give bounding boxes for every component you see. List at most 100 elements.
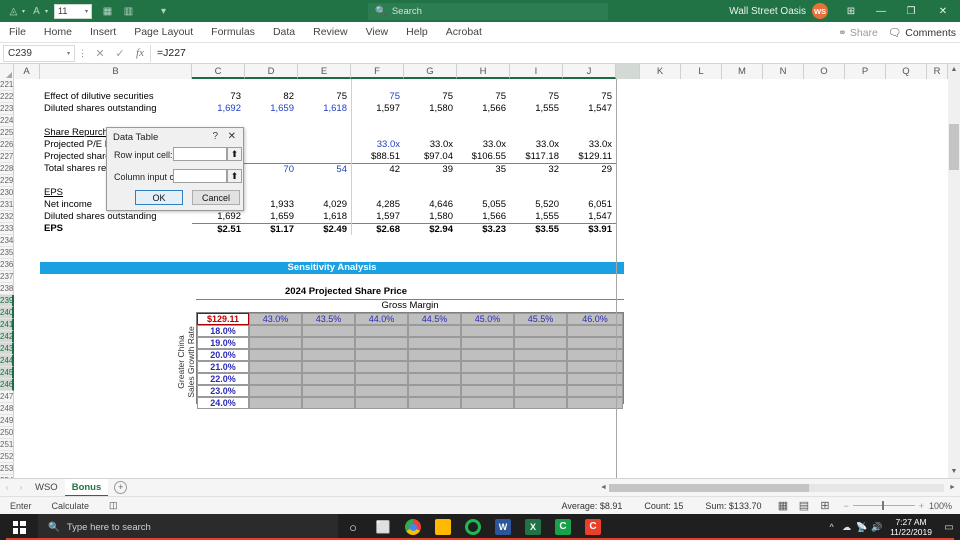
hscroll-right-arrow[interactable]: ► xyxy=(947,482,958,494)
row-header-245[interactable]: 245 xyxy=(0,367,14,379)
sensitivity-body-cell[interactable] xyxy=(249,385,302,397)
sensitivity-body-cell[interactable] xyxy=(514,397,567,409)
network-icon[interactable]: 📡 xyxy=(854,522,869,533)
font-color-icon[interactable]: A xyxy=(27,2,46,20)
zoom-slider-thumb[interactable] xyxy=(881,501,884,510)
cell-J223[interactable]: 1,547 xyxy=(563,103,616,115)
sensitivity-body-cell[interactable] xyxy=(355,397,408,409)
merge-cells-icon[interactable]: ▥ xyxy=(119,2,138,20)
select-all-corner[interactable] xyxy=(0,64,14,79)
cell-H226[interactable]: 33.0x xyxy=(457,139,510,151)
sensitivity-body-cell[interactable] xyxy=(514,361,567,373)
close-button[interactable]: ✕ xyxy=(926,0,960,22)
cell-I228[interactable]: 32 xyxy=(510,163,563,175)
cell-I227[interactable]: $117.18 xyxy=(510,151,563,163)
data-table-dialog[interactable]: Data Table ? ✕ Row input cell: ⬆ Column … xyxy=(106,127,244,211)
sensitivity-body-cell[interactable] xyxy=(249,373,302,385)
sensitivity-body-cell[interactable] xyxy=(567,361,623,373)
row-header-240[interactable]: 240 xyxy=(0,307,14,319)
font-size-input[interactable]: 11 ▾ xyxy=(54,3,93,19)
cell-I222[interactable]: 75 xyxy=(510,91,563,103)
sensitivity-body-cell[interactable] xyxy=(302,337,355,349)
add-sheet-icon[interactable]: + xyxy=(114,481,128,494)
row-header-236[interactable]: 236 xyxy=(0,259,14,271)
cell-D232[interactable]: 1,659 xyxy=(245,211,298,223)
sensitivity-row-header-1[interactable]: 19.0% xyxy=(197,337,249,349)
sensitivity-body-cell[interactable] xyxy=(302,325,355,337)
sensitivity-body-cell[interactable] xyxy=(302,361,355,373)
sensitivity-body-cell[interactable] xyxy=(355,361,408,373)
view-normal-icon[interactable]: ▦ xyxy=(772,499,793,512)
cell-H222[interactable]: 75 xyxy=(457,91,510,103)
row-header-228[interactable]: 228 xyxy=(0,163,14,175)
row-header-224[interactable]: 224 xyxy=(0,115,14,127)
sensitivity-row-header-2[interactable]: 20.0% xyxy=(197,349,249,361)
sensitivity-col-header-5[interactable]: 45.5% xyxy=(514,313,567,325)
sensitivity-body-cell[interactable] xyxy=(249,349,302,361)
ribbon-display-options-icon[interactable]: ⊞ xyxy=(836,0,866,22)
row-header-225[interactable]: 225 xyxy=(0,127,14,139)
tab-page-layout[interactable]: Page Layout xyxy=(125,22,202,43)
cell-C233[interactable]: $2.51 xyxy=(192,223,245,235)
cell-D228[interactable]: 70 xyxy=(245,163,298,175)
chrome-icon[interactable] xyxy=(398,514,428,540)
row-input-collapse-icon[interactable]: ⬆ xyxy=(227,147,242,161)
cell-I226[interactable]: 33.0x xyxy=(510,139,563,151)
sensitivity-col-header-2[interactable]: 44.0% xyxy=(355,313,408,325)
account-name[interactable]: Wall Street Oasis xyxy=(729,6,806,17)
column-header-A[interactable]: A xyxy=(14,64,40,79)
cell-C232[interactable]: 1,692 xyxy=(192,211,245,223)
cell-J222[interactable]: 75 xyxy=(563,91,616,103)
sensitivity-row-header-4[interactable]: 22.0% xyxy=(197,373,249,385)
column-input-cell-field[interactable] xyxy=(173,169,227,183)
sensitivity-body-cell[interactable] xyxy=(249,397,302,409)
formula-bar-more-icon[interactable]: ⋮ xyxy=(75,48,90,59)
tab-acrobat[interactable]: Acrobat xyxy=(437,22,491,43)
zoom-level[interactable]: 100% xyxy=(924,501,956,511)
view-page-break-icon[interactable]: ⊞ xyxy=(814,499,835,512)
sensitivity-corner-cell[interactable]: $129.11 xyxy=(197,313,249,325)
row-input-cell-field[interactable] xyxy=(173,147,227,161)
cell-J228[interactable]: 29 xyxy=(563,163,616,175)
spotify-icon[interactable] xyxy=(458,514,488,540)
column-header-M[interactable]: M xyxy=(722,64,763,79)
sensitivity-body-cell[interactable] xyxy=(461,373,514,385)
row-header-221[interactable]: 221 xyxy=(0,79,14,91)
previous-sheet-icon[interactable]: ‹ xyxy=(0,483,14,492)
sheet-tab-bonus[interactable]: Bonus xyxy=(64,478,109,497)
sensitivity-col-header-3[interactable]: 44.5% xyxy=(408,313,461,325)
sensitivity-body-cell[interactable] xyxy=(408,361,461,373)
sheet-tab-wso[interactable]: WSO xyxy=(28,479,65,497)
fill-color-chevron-down-icon[interactable]: ▾ xyxy=(22,8,25,15)
row-header-244[interactable]: 244 xyxy=(0,355,14,367)
row-header-237[interactable]: 237 xyxy=(0,271,14,283)
status-calc-mode[interactable]: Calculate xyxy=(42,501,100,511)
sensitivity-row-header-6[interactable]: 24.0% xyxy=(197,397,249,409)
app-red-c-icon[interactable]: C xyxy=(6,514,954,540)
tab-help[interactable]: Help xyxy=(397,22,437,43)
close-icon[interactable]: ✕ xyxy=(228,131,236,142)
cell-E233[interactable]: $2.49 xyxy=(298,223,351,235)
row-header-233[interactable]: 233 xyxy=(0,223,14,235)
app-green-c-icon[interactable]: C xyxy=(6,514,954,540)
cell-J231[interactable]: 6,051 xyxy=(563,199,616,211)
column-header-G[interactable]: G xyxy=(404,64,457,79)
row-header-253[interactable]: 253 xyxy=(0,463,14,475)
taskbar-search-input[interactable]: 🔍 Type here to search xyxy=(38,514,338,540)
cancel-button[interactable]: Cancel xyxy=(192,190,240,205)
column-header-L[interactable]: L xyxy=(681,64,722,79)
horizontal-scroll-thumb[interactable] xyxy=(609,484,809,492)
cell-E222[interactable]: 75 xyxy=(298,91,351,103)
accessibility-icon[interactable]: ◫ xyxy=(99,500,128,511)
column-header-F[interactable]: F xyxy=(351,64,404,79)
cell-F226[interactable]: 33.0x xyxy=(351,139,404,151)
excel-icon[interactable]: X xyxy=(6,514,954,540)
cell-D231[interactable]: 1,933 xyxy=(245,199,298,211)
tab-view[interactable]: View xyxy=(357,22,398,43)
sensitivity-col-header-4[interactable]: 45.0% xyxy=(461,313,514,325)
row-header-232[interactable]: 232 xyxy=(0,211,14,223)
row-header-249[interactable]: 249 xyxy=(0,415,14,427)
cell-I223[interactable]: 1,555 xyxy=(510,103,563,115)
sensitivity-body-cell[interactable] xyxy=(408,385,461,397)
column-header-D[interactable]: D xyxy=(245,64,298,79)
